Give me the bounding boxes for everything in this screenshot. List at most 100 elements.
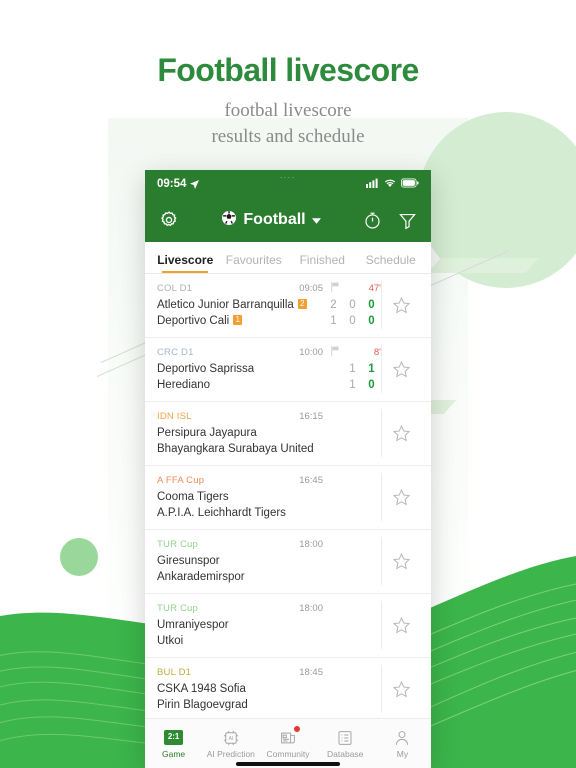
page-subheadline: footbal livescore results and schedule bbox=[0, 98, 576, 150]
tab-schedule[interactable]: Schedule bbox=[357, 253, 426, 273]
match-meta: BUL D1 18:45 bbox=[157, 665, 381, 679]
team-rows: Persipura Jayapura Bhayangkara Surabaya U… bbox=[157, 425, 381, 457]
match-row[interactable]: COL D1 09:05 47' Atletico Junior Barranquil… bbox=[145, 274, 431, 338]
home-score-cell: 1 bbox=[368, 363, 375, 375]
team-rows: Giresunspor Ankarademirspor bbox=[157, 553, 381, 585]
location-arrow-icon bbox=[190, 179, 200, 189]
status-bar-right bbox=[366, 178, 419, 191]
home-scores: 11 bbox=[335, 363, 381, 375]
home-score-cell: 1 bbox=[349, 363, 356, 375]
league-label[interactable]: A FFA Cup bbox=[157, 475, 204, 486]
sport-selector[interactable]: Football bbox=[221, 210, 321, 231]
match-main: COL D1 09:05 47' Atletico Junior Barranquil… bbox=[157, 281, 381, 329]
match-main: TUR Cup 18:00 Giresunspor Ankarademirspor bbox=[157, 537, 381, 585]
scoreboard-score-text: 2:1 bbox=[163, 730, 184, 745]
match-row[interactable]: A FFA Cup 16:45 Cooma Tigers A.P.I.A. Leich… bbox=[145, 466, 431, 530]
favourite-star-icon[interactable] bbox=[381, 473, 421, 521]
nav-item-game[interactable]: 2:1 Game bbox=[145, 728, 202, 759]
away-team-name: Pirin Blagoevgrad bbox=[157, 699, 248, 711]
home-team-name: CSKA 1948 Sofia bbox=[157, 683, 246, 695]
league-label[interactable]: IDN ISL bbox=[157, 411, 192, 422]
favourite-star-icon[interactable] bbox=[381, 281, 421, 329]
away-score-cell: 0 bbox=[349, 315, 356, 327]
scoreboard-icon: 2:1 bbox=[163, 728, 184, 747]
match-row[interactable]: CRC D1 10:00 8' Deportivo Saprissa 1 1 Heredia… bbox=[145, 338, 431, 402]
kickoff-time: 09:05 bbox=[299, 282, 323, 294]
team-rows: Deportivo Saprissa 1 1 Herediano 1 0 bbox=[157, 361, 381, 393]
kickoff-time: 10:00 bbox=[299, 346, 323, 358]
favourite-star-icon[interactable] bbox=[381, 601, 421, 649]
match-row[interactable]: BUL D1 18:45 CSKA 1948 Sofia Pirin Blagoevg… bbox=[145, 658, 431, 718]
away-team-name: Herediano bbox=[157, 379, 211, 391]
nav-item-label: AI Prediction bbox=[206, 749, 255, 759]
match-main: CRC D1 10:00 8' Deportivo Saprissa 1 1 Heredia… bbox=[157, 345, 381, 393]
league-label[interactable]: TUR Cup bbox=[157, 539, 198, 550]
kickoff-time: 16:15 bbox=[299, 410, 323, 422]
match-list[interactable]: COL D1 09:05 47' Atletico Junior Barranquil… bbox=[145, 274, 431, 718]
team-rows: Atletico Junior Barranquilla 2 2 0 0 Deportiv… bbox=[157, 297, 381, 329]
home-team-row: Deportivo Saprissa 1 1 bbox=[157, 361, 381, 377]
favourite-star-icon[interactable] bbox=[381, 409, 421, 457]
home-team-row: Cooma Tigers bbox=[157, 489, 381, 505]
subheadline-line-2: results and schedule bbox=[211, 126, 365, 147]
tab-finished[interactable]: Finished bbox=[288, 253, 357, 273]
home-card-badge: 2 bbox=[297, 299, 307, 309]
gear-icon[interactable] bbox=[159, 210, 179, 230]
kickoff-time: 16:45 bbox=[299, 474, 323, 486]
away-team-row: Deportivo Cali 1 1 0 0 bbox=[157, 313, 381, 329]
league-label[interactable]: CRC D1 bbox=[157, 347, 194, 358]
away-score-cell: 1 bbox=[330, 315, 337, 327]
favourite-star-icon[interactable] bbox=[381, 537, 421, 585]
match-meta: CRC D1 10:00 8' bbox=[157, 345, 381, 359]
home-team-row: Persipura Jayapura bbox=[157, 425, 381, 441]
home-team-name: Cooma Tigers bbox=[157, 491, 229, 503]
league-label[interactable]: BUL D1 bbox=[157, 667, 191, 678]
nav-item-community[interactable]: Community bbox=[259, 726, 316, 759]
team-rows: Umraniyespor Utkoi bbox=[157, 617, 381, 649]
flag-icon bbox=[331, 281, 340, 295]
league-label[interactable]: COL D1 bbox=[157, 283, 192, 294]
match-row[interactable]: TUR Cup 18:00 Giresunspor Ankarademirspor bbox=[145, 530, 431, 594]
app-header: Football bbox=[145, 198, 431, 242]
nav-item-my[interactable]: My bbox=[374, 728, 431, 759]
home-team-name: Umraniyespor bbox=[157, 619, 229, 631]
away-team-row: Ankarademirspor bbox=[157, 569, 381, 585]
kickoff-time: 18:00 bbox=[299, 602, 323, 614]
away-score-cell: 0 bbox=[368, 315, 375, 327]
cellular-signal-icon bbox=[366, 178, 379, 191]
phone-mockup: 09:54 Football Livescore Favourites Fini… bbox=[145, 170, 431, 768]
away-team-name: A.P.I.A. Leichhardt Tigers bbox=[157, 507, 286, 519]
flag-icon bbox=[331, 345, 340, 359]
away-team-row: Utkoi bbox=[157, 633, 381, 649]
match-status: 8' bbox=[323, 345, 381, 359]
bottom-navigation: .... 2:1 Game AI AI Prediction Community Data… bbox=[145, 173, 431, 768]
svg-text:AI: AI bbox=[228, 735, 233, 741]
filter-icon[interactable] bbox=[398, 211, 417, 230]
nav-item-label: Community bbox=[266, 749, 310, 759]
favourite-star-icon[interactable] bbox=[381, 345, 421, 393]
kickoff-time: 18:45 bbox=[299, 666, 323, 678]
screenshot-root: Football livescore footbal livescore res… bbox=[0, 0, 576, 768]
app-header-actions bbox=[363, 211, 417, 230]
nav-item-ai-prediction[interactable]: AI AI Prediction bbox=[202, 728, 259, 759]
stopwatch-icon[interactable] bbox=[363, 211, 382, 230]
person-icon bbox=[393, 728, 411, 747]
match-row[interactable]: TUR Cup 18:00 Umraniyespor Utkoi bbox=[145, 594, 431, 658]
battery-icon bbox=[401, 178, 419, 191]
sport-label: Football bbox=[243, 211, 306, 228]
away-score-cell: 0 bbox=[368, 379, 375, 391]
away-card-badge: 1 bbox=[233, 315, 243, 325]
home-team-row: Umraniyespor bbox=[157, 617, 381, 633]
page-headline: Football livescore bbox=[157, 52, 419, 88]
away-team-row: A.P.I.A. Leichhardt Tigers bbox=[157, 505, 381, 521]
page-dots: .... bbox=[280, 173, 296, 180]
tab-livescore[interactable]: Livescore bbox=[151, 253, 220, 273]
favourite-star-icon[interactable] bbox=[381, 665, 421, 713]
tab-favourites[interactable]: Favourites bbox=[220, 253, 289, 273]
match-row[interactable]: IDN ISL 16:15 Persipura Jayapura Bhayangkar… bbox=[145, 402, 431, 466]
home-team-row: Giresunspor bbox=[157, 553, 381, 569]
list-icon bbox=[336, 728, 354, 747]
away-team-name: Deportivo Cali bbox=[157, 315, 230, 327]
league-label[interactable]: TUR Cup bbox=[157, 603, 198, 614]
nav-item-database[interactable]: Database bbox=[317, 728, 374, 759]
